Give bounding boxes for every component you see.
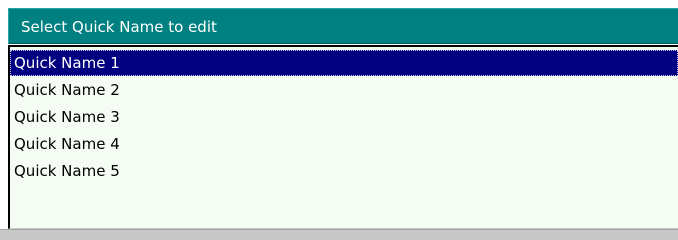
list-item-quick-name-1[interactable]: Quick Name 1 [10,50,678,76]
bottom-scrollbar[interactable] [0,229,678,240]
list-item-quick-name-4[interactable]: Quick Name 4 [10,131,678,157]
dialog-title: Select Quick Name to edit [21,18,217,36]
list-item-quick-name-5[interactable]: Quick Name 5 [10,158,678,184]
quick-name-dialog: Select Quick Name to edit Quick Name 1 Q… [0,0,678,240]
dialog-title-bar: Select Quick Name to edit [8,8,678,44]
quick-name-list[interactable]: Quick Name 1 Quick Name 2 Quick Name 3 Q… [8,45,678,229]
list-item-quick-name-3[interactable]: Quick Name 3 [10,104,678,130]
list-item-quick-name-2[interactable]: Quick Name 2 [10,77,678,103]
